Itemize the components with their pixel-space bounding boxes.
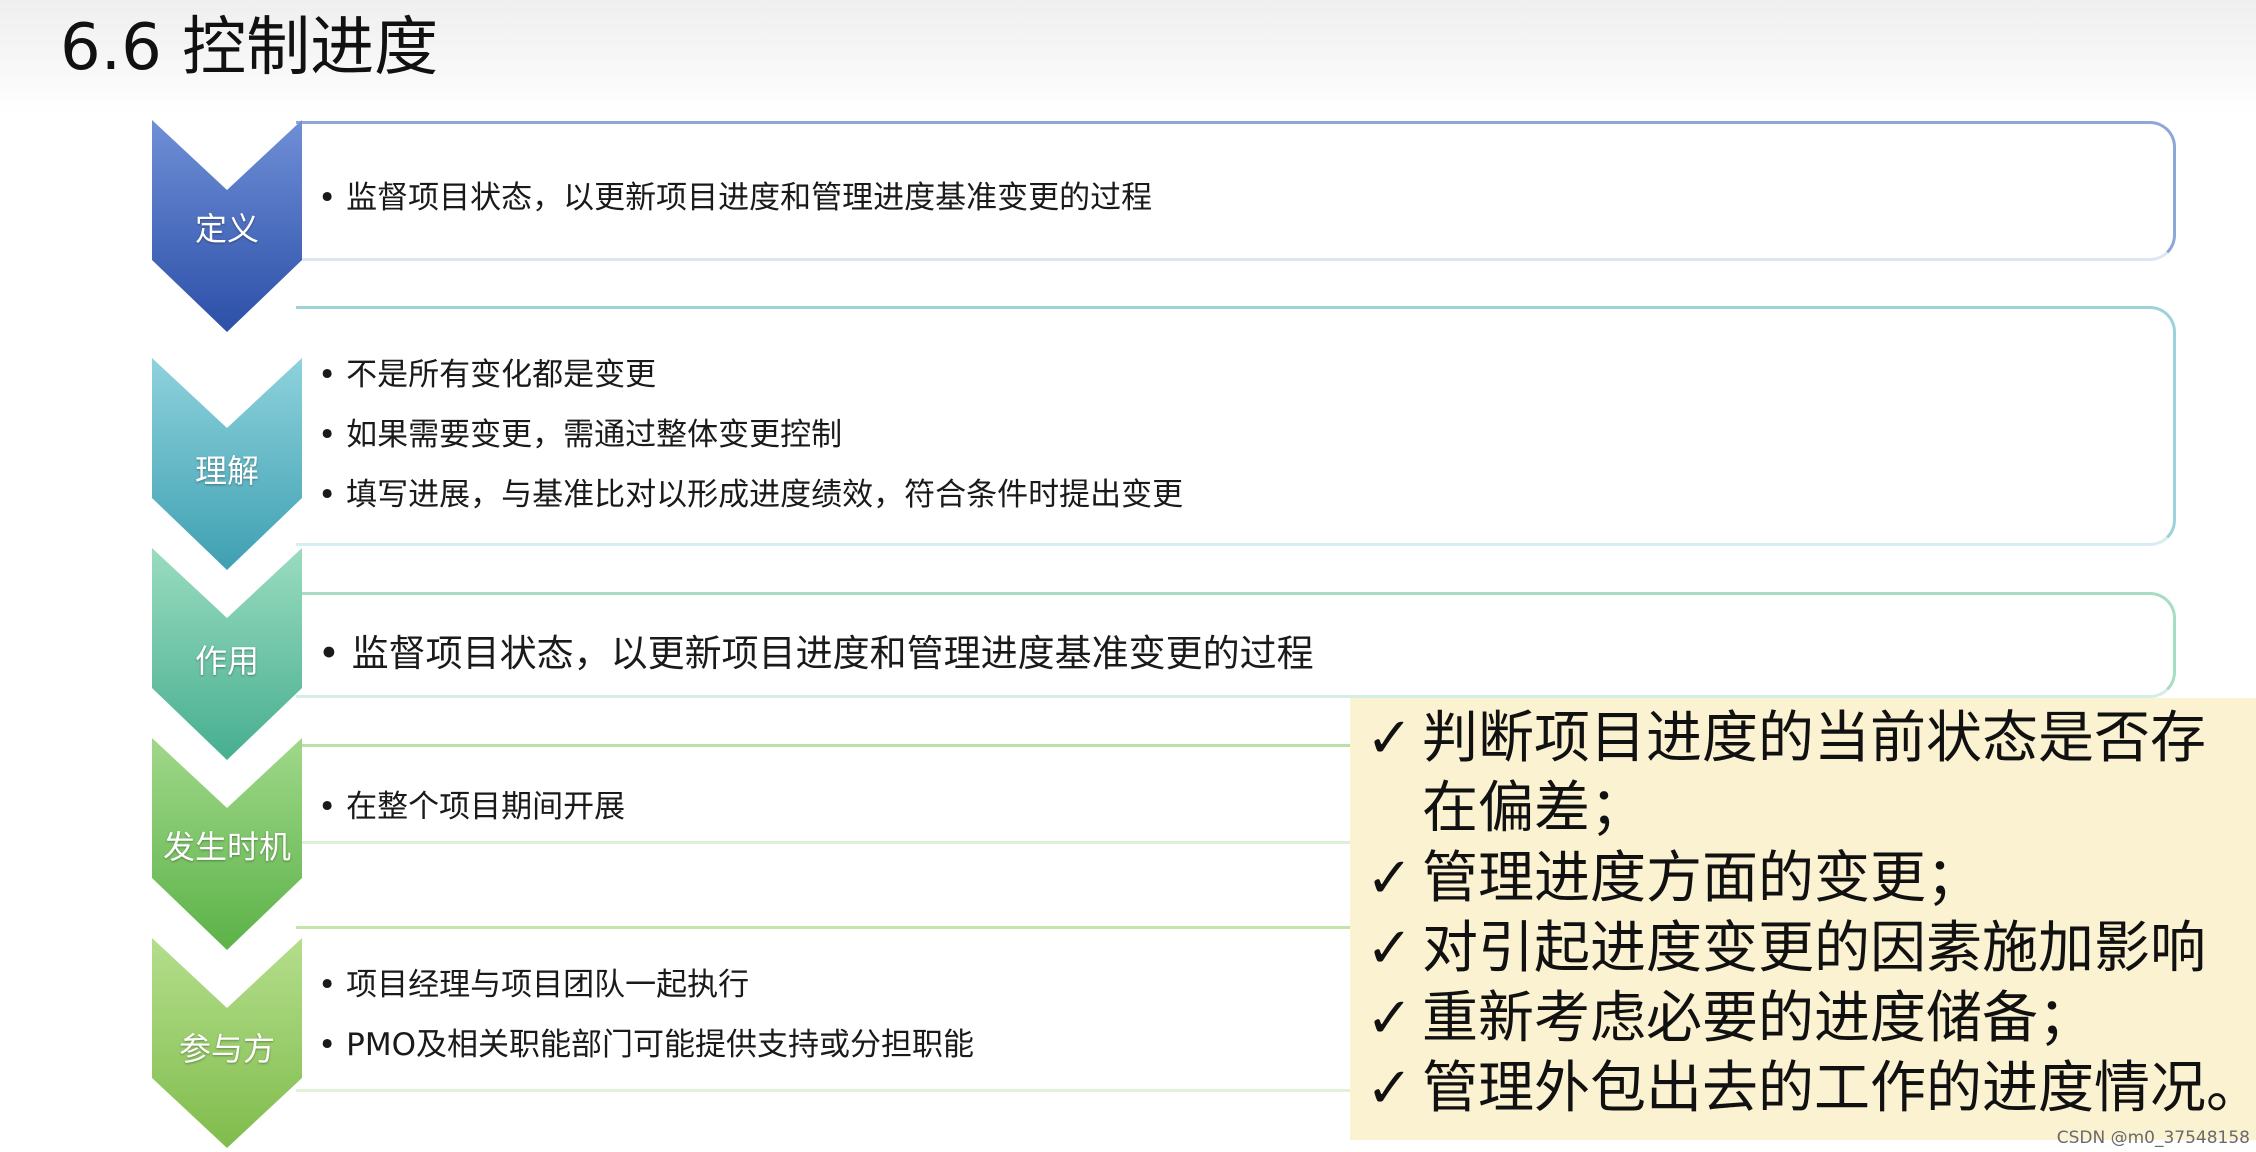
step-bullet: • 不是所有变化都是变更 xyxy=(318,357,657,393)
step-box-purpose: • 监督项目状态，以更新项目进度和管理进度基准变更的过程 xyxy=(296,592,2176,698)
step-bullet: • PMO及相关职能部门可能提供支持或分担职能 xyxy=(318,1027,974,1063)
step-box-define: • 监督项目状态，以更新项目进度和管理进度基准变更的过程 xyxy=(296,121,2176,261)
callout-item: ✓ 重新考虑必要的进度储备； xyxy=(1366,984,2094,1054)
step-label: 定义 xyxy=(194,210,259,248)
callout-item: ✓ 管理进度方面的变更； xyxy=(1366,844,1982,914)
watermark: CSDN @m0_37548158 xyxy=(2056,1128,2250,1148)
check-icon: ✓ xyxy=(1366,916,1413,981)
check-icon: ✓ xyxy=(1366,1056,1413,1121)
step-bullet: • 填写进展，与基准比对以形成进度绩效，符合条件时提出变更 xyxy=(318,477,1184,513)
step-bullet: • 监督项目状态，以更新项目进度和管理进度基准变更的过程 xyxy=(318,180,1153,216)
step-label: 理解 xyxy=(194,452,259,490)
step-label: 作用 xyxy=(194,642,259,680)
callout-item: ✓ 管理外包出去的工作的进度情况。 xyxy=(1366,1054,2256,1124)
step-bullet: • 如果需要变更，需通过整体变更控制 xyxy=(318,417,843,453)
callout-item: ✓ 判断项目进度的当前状态是否存 xyxy=(1366,704,2206,774)
step-bullet: • 项目经理与项目团队一起执行 xyxy=(318,967,750,1003)
page-title: 6.6 控制进度 xyxy=(60,11,439,85)
step-chevron-timing: 发生时机 xyxy=(152,738,302,950)
step-chevron-purpose: 作用 xyxy=(152,548,302,760)
slide: 6.6 控制进度 • 监督项目状态，以更新项目进度和管理进度基准变更的过程 • … xyxy=(0,0,2256,1152)
check-icon: ✓ xyxy=(1366,986,1413,1051)
step-chevron-understand: 理解 xyxy=(152,358,302,570)
step-bullet: • 监督项目状态，以更新项目进度和管理进度基准变更的过程 xyxy=(318,632,1314,675)
callout-item-continuation: 在偏差； xyxy=(1422,776,1646,841)
step-label: 参与方 xyxy=(178,1030,275,1068)
callout-item: ✓ 对引起进度变更的因素施加影响 xyxy=(1366,914,2206,984)
callout-box: ✓ 判断项目进度的当前状态是否存 在偏差； ✓ 管理进度方面的变更； ✓ 对引起进度变… xyxy=(1350,698,2256,1140)
step-label: 发生时机 xyxy=(162,828,291,866)
step-chevron-participants: 参与方 xyxy=(152,938,302,1150)
check-icon: ✓ xyxy=(1366,706,1413,771)
step-bullet: • 在整个项目期间开展 xyxy=(318,789,626,825)
step-box-understand: • 不是所有变化都是变更 • 如果需要变更，需通过整体变更控制 • 填写进展，与… xyxy=(296,306,2176,546)
step-chevron-define: 定义 xyxy=(152,120,302,332)
check-icon: ✓ xyxy=(1366,846,1413,911)
